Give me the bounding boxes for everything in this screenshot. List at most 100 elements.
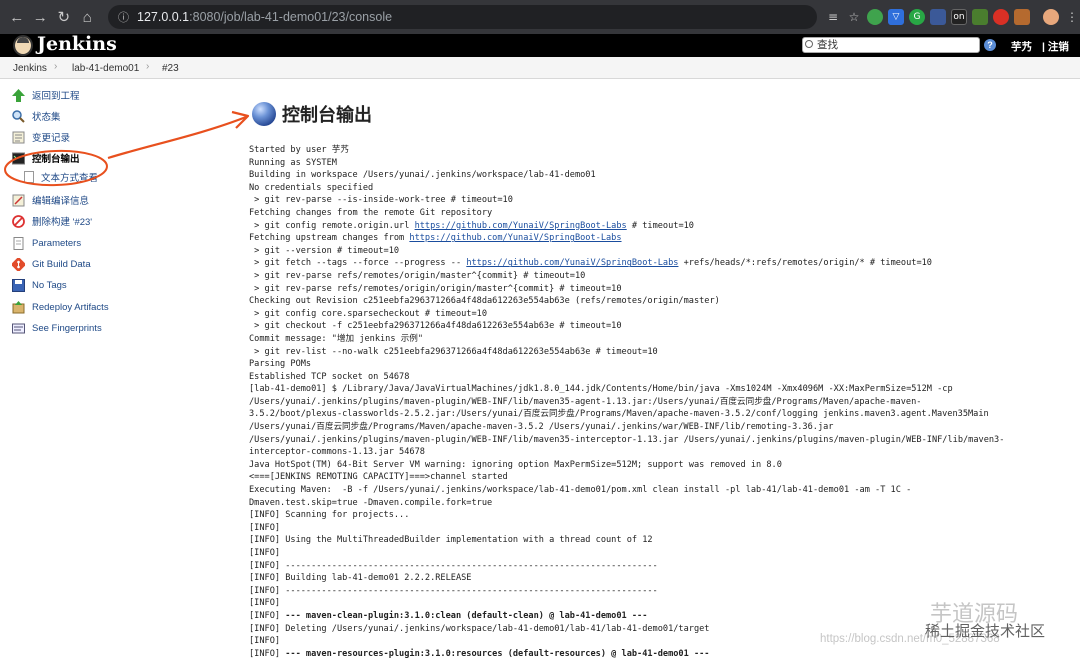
extension-red-icon[interactable] [992,9,1009,25]
sidebar-item-status[interactable]: 状态集 [12,108,61,124]
extension-vue-icon[interactable]: ▽ [887,9,904,25]
redeploy-icon [12,300,25,314]
notepad-icon [12,131,25,144]
console-line: Commit message: "增加 jenkins 示例" [249,333,424,344]
breadcrumb-job[interactable]: lab-41-demo01 [72,63,139,74]
extension-brown-icon[interactable] [1013,9,1030,25]
sidebar-item-label: 编辑编译信息 [32,196,90,207]
notepad-edit-icon [12,194,25,207]
extension-grammar-icon[interactable]: G [908,9,925,25]
sidebar-item-parameters[interactable]: Parameters [12,235,81,251]
no-entry-icon [12,214,25,228]
console-line: 3.5.2/boot/plexus-classworlds-2.5.2.jar:… [249,409,989,420]
sidebar-item-redeploy-artifacts[interactable]: Redeploy Artifacts [12,299,109,315]
star-icon[interactable]: ☆ [846,9,862,25]
sidebar-item-console-output[interactable]: 控制台输出 [12,150,80,166]
jenkins-title[interactable]: Jenkins [37,34,117,55]
console-line: [INFO] [249,548,281,558]
sidebar-item-delete-build[interactable]: 删除构建 '#23' [12,213,92,229]
back-icon[interactable]: ← [6,6,28,28]
sidebar-item-label: 控制台输出 [32,154,80,165]
console-line: Established TCP socket on 54678 [249,371,410,382]
console-line: [INFO] Scanning for projects... [249,510,410,521]
sidebar-item-see-fingerprints[interactable]: See Fingerprints [12,320,102,336]
console-link[interactable]: https://github.com/YunaiV/SpringBoot-Lab… [415,221,627,231]
forward-icon[interactable]: → [30,6,52,28]
console-line: > git config core.sparsecheckout # timeo… [249,308,487,319]
page-title: 控制台输出 [282,105,372,126]
console-line: Building in workspace /Users/yunai/.jenk… [249,170,596,181]
sidebar-item-label: See Fingerprints [32,322,102,334]
extension-blue-icon[interactable] [929,9,946,25]
help-icon[interactable]: ? [984,39,996,51]
sidebar-item-git-build-data[interactable]: Git Build Data [10,256,91,272]
console-line: [lab-41-demo01] $ /Library/Java/JavaVirt… [249,384,953,395]
sidebar-item-label: 变更记录 [32,133,71,144]
reload-icon[interactable]: ↻ [53,6,75,28]
jenkins-logo-icon[interactable] [13,35,33,56]
console-line: Java HotSpot(TM) 64-Bit Server VM warnin… [249,459,782,470]
sidebar-item-label: Parameters [32,237,82,249]
console-line: /Users/yunai/.jenkins/plugins/maven-plug… [249,434,1005,445]
extension-on-icon[interactable]: on [950,9,967,25]
breadcrumb-build[interactable]: #23 [162,63,179,74]
home-icon[interactable]: ⌂ [77,6,99,28]
console-bold-text: --- maven-clean-plugin:3.1.0:clean (defa… [285,610,648,621]
menu-icon[interactable]: ⋮ [1064,9,1080,25]
console-line: Dmaven.test.skip=true -Dmaven.compile.fo… [249,497,493,508]
watermark-juejin: 稀土掘金技术社区 [925,622,1046,640]
sidebar-item-no-tags[interactable]: No Tags [12,277,67,293]
avatar-icon[interactable] [1042,9,1059,25]
sidebar-subitem-plain-text[interactable]: 文本方式查看 [24,169,98,185]
console-link[interactable]: https://github.com/YunaiV/SpringBoot-Lab… [409,233,621,243]
console-line: > git rev-parse --is-inside-work-tree # … [249,195,513,206]
console-line: Fetching changes from the remote Git rep… [249,207,493,218]
console-line: Checking out Revision c251eebfa296371266… [249,296,720,307]
console-line: [INFO] Building lab-41-demo01 2.2.2.RELE… [249,573,472,584]
logout-link[interactable]: | 注销 [1042,39,1069,54]
console-line: Parsing POMs [249,359,312,370]
console-line: > git rev-parse refs/remotes/origin/mast… [249,270,586,281]
user-link[interactable]: 芋艿 [1011,39,1032,54]
console-line: > git fetch --tags --force --progress --… [249,258,932,269]
info-icon[interactable]: ⓘ [118,9,129,25]
breadcrumb-jenkins[interactable]: Jenkins [13,63,47,74]
reader-icon[interactable]: ≡ [825,9,841,25]
page-heading: 控制台输出 [252,101,372,127]
browser-toolbar: ← → ↻ ⌂ ⓘ 127.0.0.1 :8080/job/lab-41-dem… [0,0,1080,34]
extension-pin-icon[interactable] [971,9,988,25]
git-icon [10,256,27,272]
console-line: Executing Maven: -B -f /Users/yunai/.jen… [249,485,912,496]
jenkins-header: Jenkins 查找 ? 芋艿 | 注销 [0,34,1080,57]
console-line: No credentials specified [249,182,374,193]
console-line: <===[JENKINS REMOTING CAPACITY]===>chann… [249,472,508,483]
breadcrumb: Jenkins › lab-41-demo01 › #23 [0,57,1080,79]
console-line: Started by user 芋艿 [249,145,349,155]
console-line: > git config remote.origin.url https://g… [249,220,694,231]
sidebar-item-edit-build-info[interactable]: 编辑编译信息 [12,192,89,208]
console-line: /Users/yunai/百度云同步盘/Programs/Maven/apach… [249,422,834,433]
console-output: Started by user 芋艿 Running as SYSTEM Build… [249,144,1074,660]
breadcrumb-separator: › [54,61,58,72]
search-input[interactable]: 查找 [802,37,980,53]
console-line: [INFO] Using the MultiThreadedBuilder im… [249,535,653,546]
console-line: > git checkout -f c251eebfa296371266a4f4… [249,321,622,332]
search-icon [805,40,813,48]
sidebar-item-label: 返回到工程 [32,91,80,102]
console-line: > git rev-parse refs/remotes/origin/orig… [249,283,622,294]
sidebar-item-back-to-project[interactable]: 返回到工程 [12,87,80,103]
sidebar-item-label: No Tags [32,279,67,291]
sidebar-item-label: 状态集 [32,112,61,123]
console-bold-text: --- maven-resources-plugin:3.1.0:resourc… [285,648,710,659]
sidebar-item-changes[interactable]: 变更记录 [12,129,70,145]
annotation-arrowhead [231,110,250,129]
extension-green-icon[interactable] [866,9,883,25]
save-icon [12,278,25,292]
console-link[interactable]: https://github.com/YunaiV/SpringBoot-Lab… [466,258,678,268]
url-path: :8080/job/lab-41-demo01/23/console [189,10,393,24]
blue-ball-status-icon [252,102,276,126]
console-line: > git --version # timeout=10 [249,245,400,256]
address-bar[interactable]: ⓘ 127.0.0.1 :8080/job/lab-41-demo01/23/c… [108,5,817,29]
magnifier-icon [12,109,25,123]
up-arrow-icon [12,88,25,102]
